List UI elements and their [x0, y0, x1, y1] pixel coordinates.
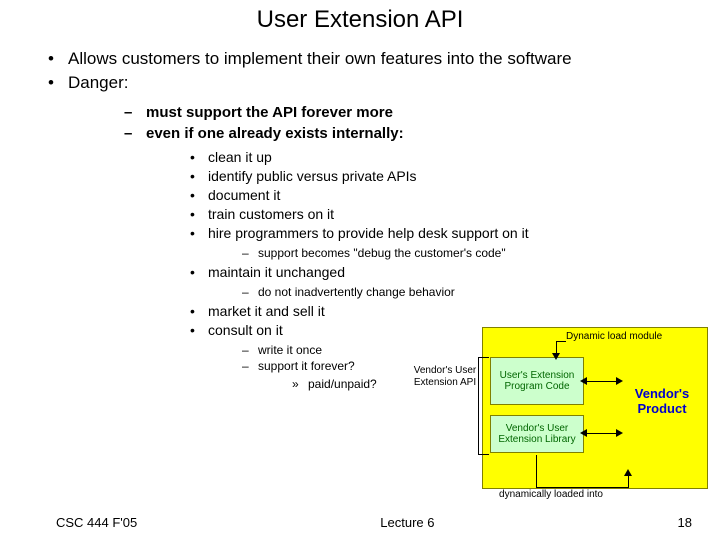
subdash-text: write it once	[258, 343, 322, 357]
footer-center: Lecture 6	[380, 515, 434, 530]
subdash-behavior: do not inadvertently change behavior	[238, 284, 650, 300]
arrow-line	[536, 455, 537, 487]
sub-text: market it and sell it	[208, 303, 325, 319]
sub-text: consult on it	[208, 322, 283, 338]
subdash-text: support it forever?	[258, 359, 355, 373]
arrow-line	[536, 487, 628, 488]
subdash-text: do not inadvertently change behavior	[258, 285, 455, 299]
sub-text: document it	[208, 187, 280, 203]
arrow-line	[584, 433, 618, 434]
arrow-line	[556, 341, 566, 342]
level4-list: do not inadvertently change behavior	[208, 284, 650, 300]
arrow-head-icon	[552, 353, 560, 360]
sub-train: train customers on it	[186, 205, 650, 224]
sub-text: train customers on it	[208, 206, 334, 222]
arrow-head-icon	[616, 429, 623, 437]
sub-text: maintain it unchanged	[208, 264, 345, 280]
api-label: Vendor's User Extension API	[402, 365, 488, 388]
sub-clean: clean it up	[186, 148, 650, 167]
footer-left: CSC 444 F'05	[56, 515, 137, 530]
bullet-allows: Allows customers to implement their own …	[40, 48, 650, 70]
level4-list: support becomes "debug the customer's co…	[208, 245, 650, 261]
sub-identify: identify public versus private APIs	[186, 167, 650, 186]
dynamically-loaded-label: dynamically loaded into	[491, 489, 611, 500]
dash-support-forever: must support the API forever more	[118, 102, 650, 123]
arrow-head-icon	[616, 377, 623, 385]
footer-right: 18	[678, 515, 692, 530]
sub-text: clean it up	[208, 149, 272, 165]
box-label: User's Extension Program Code	[493, 370, 581, 393]
arrow-head-icon	[624, 469, 632, 476]
bullet-text: Allows customers to implement their own …	[68, 49, 572, 68]
sub-text: hire programmers to provide help desk su…	[208, 225, 529, 241]
slide-footer: CSC 444 F'05 Lecture 6 18	[0, 515, 720, 530]
subdash-text: support becomes "debug the customer's co…	[258, 246, 506, 260]
bullet-text: Danger:	[68, 73, 128, 92]
sub-hire: hire programmers to provide help desk su…	[186, 224, 650, 261]
slide: User Extension API Allows customers to i…	[0, 0, 720, 540]
box-label: Vendor's User Extension Library	[493, 423, 581, 446]
sub-market: market it and sell it	[186, 302, 650, 321]
architecture-diagram: User's Extension Program Code Vendor's U…	[356, 327, 708, 502]
dynamic-module-label: Dynamic load module	[566, 331, 662, 342]
arrow-line	[628, 475, 629, 488]
dash-text: even if one already exists internally:	[146, 125, 404, 142]
sub-text: identify public versus private APIs	[208, 168, 417, 184]
vendor-product-label: Vendor's Product	[626, 387, 698, 417]
sub-maintain: maintain it unchanged do not inadvertent…	[186, 263, 650, 300]
arrow-head-icon	[580, 377, 587, 385]
subdash-debug: support becomes "debug the customer's co…	[238, 245, 650, 261]
sub-document: document it	[186, 186, 650, 205]
slide-title: User Extension API	[0, 0, 720, 34]
arrow-line	[584, 381, 618, 382]
dash-text: must support the API forever more	[146, 104, 393, 121]
user-extension-code-box: User's Extension Program Code	[490, 357, 584, 405]
vendor-extension-lib-box: Vendor's User Extension Library	[490, 415, 584, 453]
arrow-head-icon	[580, 429, 587, 437]
